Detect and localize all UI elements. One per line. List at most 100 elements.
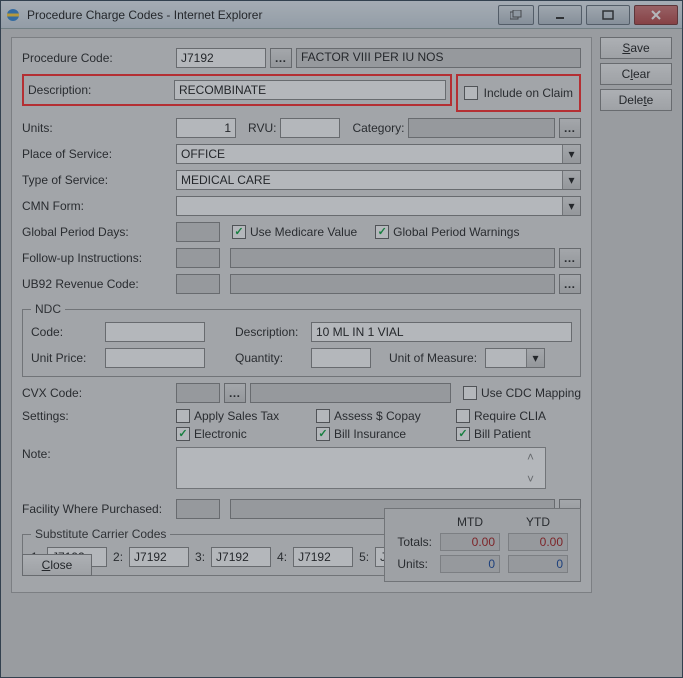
sub-4-label: 4:	[277, 550, 287, 564]
window-title: Procedure Charge Codes - Internet Explor…	[27, 8, 492, 22]
mtd-total-value: 0.00	[440, 533, 500, 551]
apply-sales-tax-label: Apply Sales Tax	[194, 409, 279, 423]
delete-button[interactable]: Delete	[600, 89, 672, 111]
units-input[interactable]	[176, 118, 236, 138]
procedure-code-lookup-button[interactable]: …	[270, 48, 292, 68]
maximize-window-button[interactable]	[586, 5, 630, 25]
cvx-code-input[interactable]	[176, 383, 220, 403]
bill-insurance-label: Bill Insurance	[334, 427, 406, 441]
window-buttons	[498, 5, 678, 25]
use-medicare-value-label: Use Medicare Value	[250, 225, 357, 239]
restore-window-button[interactable]	[498, 5, 534, 25]
sub-3-label: 3:	[195, 550, 205, 564]
mtd-header: MTD	[436, 513, 504, 531]
followup-code-input[interactable]	[176, 248, 220, 268]
cvx-label: CVX Code:	[22, 386, 172, 400]
place-of-service-value: OFFICE	[181, 147, 225, 161]
description-row: Description:	[22, 74, 452, 106]
electronic-label: Electronic	[194, 427, 247, 441]
settings-label: Settings:	[22, 409, 172, 423]
ndc-desc-input[interactable]	[311, 322, 572, 342]
close-window-button[interactable]	[634, 5, 678, 25]
assess-copay-label: Assess $ Copay	[334, 409, 421, 423]
assess-copay-checkbox[interactable]	[316, 409, 330, 423]
rvu-label: RVU:	[248, 121, 276, 135]
ellipsis-icon: …	[564, 251, 577, 265]
category-display	[408, 118, 555, 138]
totals-panel: MTD YTD Totals: 0.00 0.00 Units: 0 0	[384, 508, 581, 582]
rvu-input[interactable]	[280, 118, 340, 138]
sub-2-input[interactable]	[129, 547, 189, 567]
bill-patient-checkbox[interactable]	[456, 427, 470, 441]
cvx-lookup-button[interactable]: …	[224, 383, 246, 403]
bill-insurance-checkbox[interactable]	[316, 427, 330, 441]
scroll-up-icon[interactable]: ˄	[527, 450, 543, 464]
require-clia-label: Require CLIA	[474, 409, 546, 423]
use-cdc-mapping-checkbox[interactable]	[463, 386, 477, 400]
minimize-window-button[interactable]	[538, 5, 582, 25]
use-cdc-mapping-label: Use CDC Mapping	[481, 386, 581, 400]
ellipsis-icon: …	[229, 386, 242, 400]
global-period-days-label: Global Period Days:	[22, 225, 172, 239]
type-of-service-label: Type of Service:	[22, 173, 172, 187]
app-window: Procedure Charge Codes - Internet Explor…	[0, 0, 683, 678]
units-total-label: Units:	[393, 553, 436, 575]
close-button[interactable]: Close	[22, 554, 92, 576]
ub92-code-input[interactable]	[176, 274, 220, 294]
place-of-service-label: Place of Service:	[22, 147, 172, 161]
chevron-down-icon: ▾	[526, 349, 544, 367]
sub-4-input[interactable]	[293, 547, 353, 567]
global-period-warnings-label: Global Period Warnings	[393, 225, 519, 239]
chevron-down-icon: ▾	[562, 197, 580, 215]
global-period-warnings-checkbox[interactable]	[375, 225, 389, 239]
cmn-form-select[interactable]: ▾	[176, 196, 581, 216]
require-clia-checkbox[interactable]	[456, 409, 470, 423]
ub92-lookup-button[interactable]: …	[559, 274, 581, 294]
clear-button[interactable]: Clear	[600, 63, 672, 85]
sub-3-input[interactable]	[211, 547, 271, 567]
totals-label: Totals:	[393, 531, 436, 553]
procedure-code-input[interactable]	[176, 48, 266, 68]
ellipsis-icon: …	[564, 277, 577, 291]
ub92-description	[230, 274, 555, 294]
cvx-description	[250, 383, 451, 403]
units-label: Units:	[22, 121, 172, 135]
include-on-claim-checkbox[interactable]	[464, 86, 478, 100]
ub92-label: UB92 Revenue Code:	[22, 277, 172, 291]
ndc-legend: NDC	[31, 302, 65, 316]
ndc-unit-price-label: Unit Price:	[31, 351, 101, 365]
use-medicare-value-checkbox[interactable]	[232, 225, 246, 239]
ndc-uom-select[interactable]: ▾	[485, 348, 545, 368]
ie-icon	[5, 7, 21, 23]
sub-2-label: 2:	[113, 550, 123, 564]
followup-lookup-button[interactable]: …	[559, 248, 581, 268]
electronic-checkbox[interactable]	[176, 427, 190, 441]
titlebar: Procedure Charge Codes - Internet Explor…	[1, 1, 682, 29]
ndc-qty-input[interactable]	[311, 348, 371, 368]
followup-description	[230, 248, 555, 268]
type-of-service-value: MEDICAL CARE	[181, 173, 271, 187]
bill-patient-label: Bill Patient	[474, 427, 531, 441]
description-input[interactable]	[174, 80, 446, 100]
apply-sales-tax-checkbox[interactable]	[176, 409, 190, 423]
facility-code-input[interactable]	[176, 499, 220, 519]
ndc-uom-label: Unit of Measure:	[389, 351, 477, 365]
side-buttons: Save Clear Delete	[600, 37, 672, 593]
save-button[interactable]: Save	[600, 37, 672, 59]
ndc-code-input[interactable]	[105, 322, 205, 342]
type-of-service-select[interactable]: MEDICAL CARE ▾	[176, 170, 581, 190]
global-period-days-input[interactable]	[176, 222, 220, 242]
description-label: Description:	[28, 83, 174, 97]
ytd-total-value: 0.00	[508, 533, 568, 551]
ndc-unit-price-input[interactable]	[105, 348, 205, 368]
scroll-down-icon[interactable]: ˅	[527, 472, 543, 486]
place-of-service-select[interactable]: OFFICE ▾	[176, 144, 581, 164]
sub-5-label: 5:	[359, 550, 369, 564]
note-textarea[interactable]: ˄ ˅	[176, 447, 546, 489]
ndc-desc-label: Description:	[235, 325, 307, 339]
category-label: Category:	[352, 121, 404, 135]
cmn-form-label: CMN Form:	[22, 199, 172, 213]
category-lookup-button[interactable]: …	[559, 118, 581, 138]
main-form: Procedure Code: … FACTOR VIII PER IU NOS…	[11, 37, 592, 593]
ndc-code-label: Code:	[31, 325, 101, 339]
